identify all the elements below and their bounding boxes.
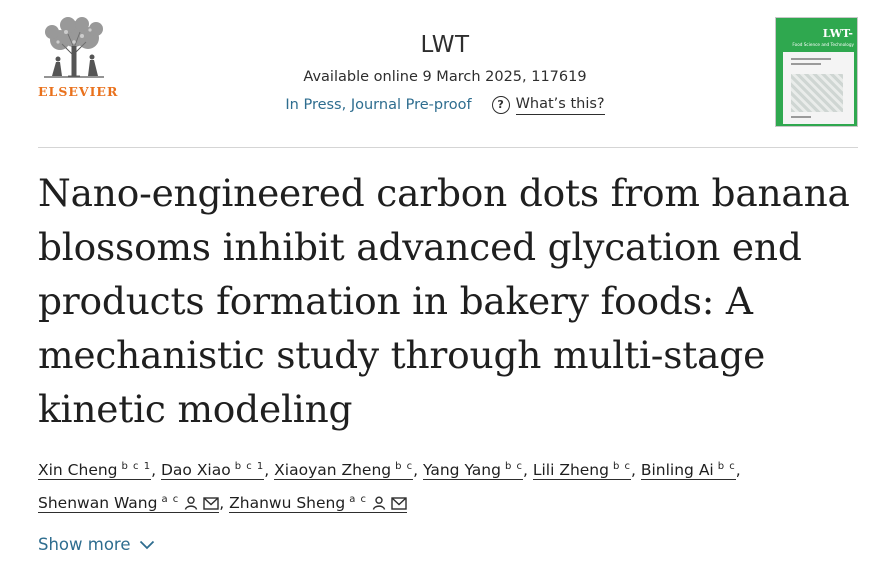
author-link[interactable]: Shenwan Wang a c: [38, 494, 220, 513]
journal-cover-thumbnail[interactable]: LWT- Food Science and Technology: [775, 17, 858, 127]
author-link[interactable]: Xin Cheng b c 1: [38, 461, 152, 480]
author-affiliation: b c: [395, 461, 414, 472]
author-affiliation: b c: [612, 461, 631, 472]
publisher-name: ELSEVIER: [38, 84, 119, 99]
author-name: Dao Xiao: [160, 461, 231, 479]
author-affiliation: b c 1: [121, 461, 152, 472]
journal-header: LWT Available online 9 March 2025, 11761…: [130, 30, 760, 115]
author-name: Binling Ai: [640, 461, 714, 479]
article-title: Nano-engineered carbon dots from banana …: [38, 171, 850, 431]
journal-title[interactable]: LWT: [130, 30, 760, 60]
cover-body: [783, 52, 854, 124]
author-name: Lili Zheng: [532, 461, 609, 479]
cover-line: [791, 116, 811, 118]
mail-icon: [391, 497, 407, 510]
show-more-button[interactable]: Show more: [38, 535, 155, 554]
author-link[interactable]: Lili Zheng b c: [532, 461, 631, 480]
author-link[interactable]: Dao Xiao b c 1: [160, 461, 265, 480]
show-more-label: Show more: [38, 535, 131, 554]
question-circle-icon: ?: [491, 95, 510, 114]
author-name: Yang Yang: [423, 461, 501, 479]
availability-info: Available online 9 March 2025, 117619: [303, 69, 587, 85]
whats-this-button[interactable]: ? What’s this?: [491, 94, 605, 115]
author-name: Zhanwu Sheng: [229, 494, 346, 512]
mail-icon: [203, 497, 219, 510]
author-affiliation: b c: [504, 461, 523, 472]
cover-line: [791, 63, 821, 65]
cover-subtitle: Food Science and Technology: [792, 42, 854, 47]
author-name: Shenwan Wang: [38, 494, 158, 512]
chevron-down-icon: [139, 540, 154, 549]
author-affiliation: b c: [717, 461, 736, 472]
article-status-row: In Press, Journal Pre-proof ? What’s thi…: [130, 94, 760, 115]
person-icon: [185, 496, 198, 510]
elsevier-tree-icon: [44, 17, 104, 78]
author-affiliation: b c 1: [234, 461, 265, 472]
author-link[interactable]: Xiaoyan Zheng b c: [274, 461, 414, 480]
article-status: In Press, Journal Pre-proof: [285, 96, 472, 113]
cover-line: [791, 58, 831, 60]
author-name: Xiaoyan Zheng: [274, 461, 392, 479]
author-affiliation: a c: [161, 494, 180, 505]
elsevier-logo[interactable]: ELSEVIER: [38, 16, 119, 100]
cover-image: [791, 74, 843, 112]
author-link[interactable]: Zhanwu Sheng a c: [229, 494, 407, 513]
whats-this-label: What’s this?: [515, 94, 605, 115]
header-divider: [38, 147, 858, 148]
author-link[interactable]: Binling Ai b c: [640, 461, 736, 480]
author-affiliation: a c: [349, 494, 367, 505]
author-name: Xin Cheng: [38, 461, 118, 479]
cover-title: LWT-: [822, 27, 853, 40]
author-list: Xin Cheng b c 1, Dao Xiao b c 1, Xiaoyan Z…: [38, 461, 741, 513]
person-icon: [372, 496, 386, 510]
author-link[interactable]: Yang Yang b c: [423, 461, 523, 480]
